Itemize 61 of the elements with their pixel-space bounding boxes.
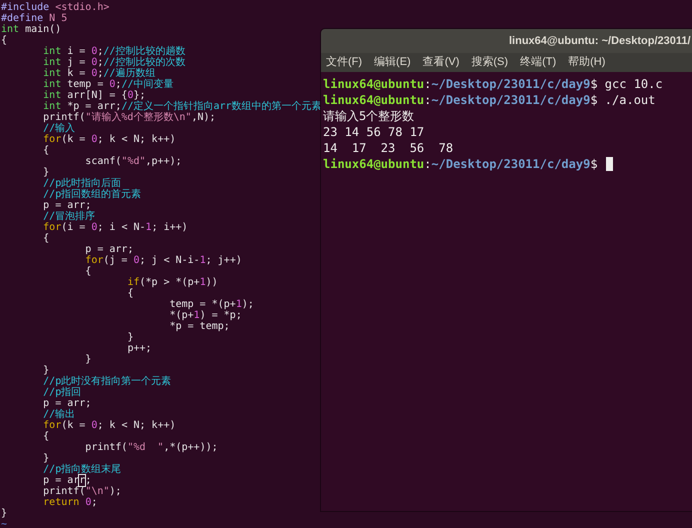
code-line: }	[126, 332, 134, 343]
code-line: int temp = 0;//中间变量	[42, 79, 174, 90]
code-line: }	[42, 167, 50, 178]
output-line: 23 14 56 78 17	[323, 124, 424, 140]
code-line: ~	[1, 519, 8, 528]
menu-item[interactable]: 查看(V)	[422, 54, 460, 71]
menu-item[interactable]: 帮助(H)	[568, 54, 606, 71]
code-line: //冒泡排序	[42, 211, 96, 222]
menu-item[interactable]: 终端(T)	[520, 54, 556, 71]
prompt-line: linux64@ubuntu:~/Desktop/23011/c/day9$ ./a.out	[323, 92, 656, 108]
code-line: for(j = 0; j < N-i-1; j++)	[84, 255, 242, 266]
code-line: *p = temp;	[168, 321, 230, 332]
code-line: *(p+1) = *p;	[168, 310, 242, 321]
code-line: //输出	[42, 409, 76, 420]
code-line: }	[1, 508, 8, 519]
output-line: 请输入5个整形数	[323, 108, 414, 124]
menu-item[interactable]: 搜索(S)	[471, 54, 508, 71]
code-line: scanf("%d",p++);	[84, 156, 182, 167]
code-line: p = arr;	[84, 244, 134, 255]
window-title: linux64@ubuntu: ~/Desktop/23011/	[509, 34, 691, 49]
code-line: //p指回	[42, 387, 82, 398]
code-line: printf("\n");	[42, 486, 122, 497]
code-line: int k = 0;//遍历数组	[42, 68, 156, 79]
code-line: int j = 0;//控制比较的次数	[42, 57, 186, 68]
code-line: {	[42, 233, 50, 244]
code-line: }	[42, 453, 50, 464]
code-line: if(*p > *(p+1))	[126, 277, 218, 288]
code-line: return 0;	[42, 497, 98, 508]
code-line: }	[84, 354, 92, 365]
code-line: int i = 0;//控制比较的趟数	[42, 46, 186, 57]
prompt-line: linux64@ubuntu:~/Desktop/23011/c/day9$	[323, 156, 598, 172]
code-line: p = ar r;	[42, 475, 92, 486]
code-line: //p指向数组末尾	[42, 464, 122, 475]
menu-item[interactable]: 编辑(E)	[374, 54, 411, 71]
code-line: for(k = 0; k < N; k++)	[42, 420, 176, 431]
code-line: {	[84, 266, 92, 277]
code-line: #include <stdio.h>	[1, 2, 110, 13]
code-line: //p指回数组的首元素	[42, 189, 142, 200]
code-line: printf("请输入%d个整形数\n",N);	[42, 112, 216, 123]
code-line: p = arr;	[42, 200, 92, 211]
prompt-line: linux64@ubuntu:~/Desktop/23011/c/day9$ gcc 10.c	[323, 76, 663, 92]
code-line: {	[126, 288, 134, 299]
code-line: p++;	[126, 343, 152, 354]
code-line: {	[42, 145, 50, 156]
code-line: int arr[N] = {0};	[42, 90, 146, 101]
code-line: for(k = 0; k < N; k++)	[42, 134, 176, 145]
code-line: int main()	[1, 24, 62, 35]
code-line: printf("%d ",*(p++));	[84, 442, 218, 453]
code-line: //p此时指向后面	[42, 178, 122, 189]
code-line: for(i = 0; i < N-1; i++)	[42, 222, 188, 233]
code-line: p = arr;	[42, 398, 92, 409]
code-line: //p此时没有指向第一个元素	[42, 376, 172, 387]
code-line: //输入	[42, 123, 76, 134]
code-line: {	[42, 431, 50, 442]
output-line: 14 17 23 56 78	[323, 140, 454, 156]
code-line: {	[1, 35, 8, 46]
code-line: }	[42, 365, 50, 376]
code-line: temp = *(p+1);	[168, 299, 254, 310]
code-line: #define N 5	[1, 13, 68, 24]
menu-item[interactable]: 文件(F)	[326, 54, 362, 71]
code-line: int *p = arr;//定义一个指针指向arr数组中的第一个元素	[42, 101, 322, 112]
